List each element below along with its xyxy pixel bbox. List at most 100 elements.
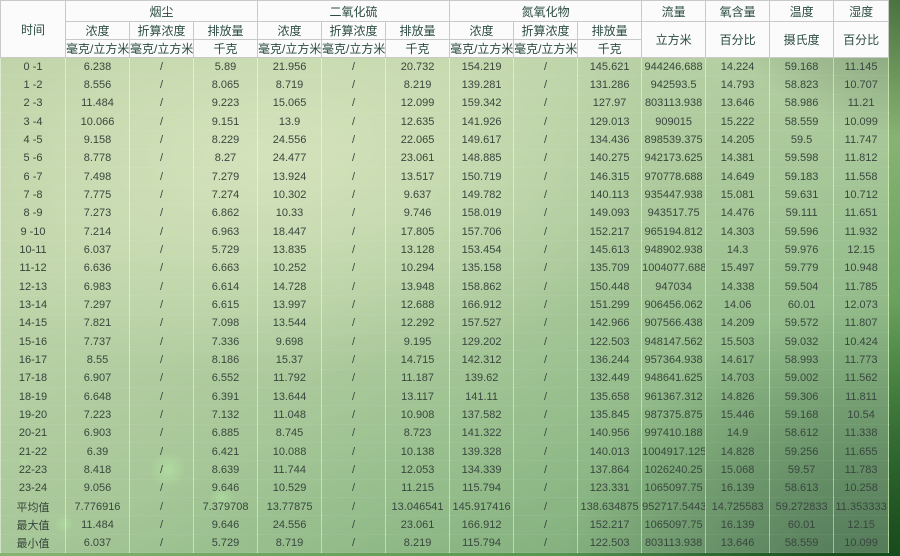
value-cell: / — [322, 461, 386, 479]
value-cell: 60.01 — [770, 516, 834, 534]
value-cell: 6.663 — [194, 259, 258, 277]
value-cell: / — [322, 314, 386, 332]
value-cell: 59.976 — [770, 241, 834, 259]
value-cell: / — [322, 497, 386, 515]
value-cell: 15.37 — [258, 351, 322, 369]
value-cell: / — [514, 534, 578, 552]
value-cell: 15.446 — [706, 406, 770, 424]
value-cell: 10.138 — [386, 442, 450, 460]
value-cell: 8.219 — [386, 534, 450, 552]
value-cell: 10.54 — [834, 406, 889, 424]
unit-header-so2-concentration: 毫克/立方米 — [258, 40, 322, 58]
value-cell: 11.338 — [834, 424, 889, 442]
sub-header-so2-emission: 排放量 — [386, 22, 450, 40]
value-cell: 148.885 — [450, 149, 514, 167]
value-cell: 7.098 — [194, 314, 258, 332]
value-cell: / — [322, 516, 386, 534]
value-cell: 5.729 — [194, 534, 258, 552]
value-cell: 948147.562 — [642, 332, 706, 350]
value-cell: 11.145 — [834, 58, 889, 76]
value-cell: 6.391 — [194, 387, 258, 405]
time-cell: 20-21 — [1, 424, 66, 442]
value-cell: 22.065 — [386, 131, 450, 149]
value-cell: 7.737 — [66, 332, 130, 350]
value-cell: / — [322, 149, 386, 167]
value-cell: 13.646 — [706, 94, 770, 112]
value-cell: 8.719 — [258, 534, 322, 552]
group-header-so2: 二氧化硫 — [258, 1, 450, 22]
value-cell: / — [322, 241, 386, 259]
value-cell: / — [514, 497, 578, 515]
value-cell: 24.477 — [258, 149, 322, 167]
value-cell: 153.454 — [450, 241, 514, 259]
value-cell: 158.862 — [450, 277, 514, 295]
table-row: 6 -77.498/7.27913.924/13.517150.719/146.… — [1, 167, 889, 185]
time-cell: 平均值 — [1, 497, 66, 515]
time-cell: 13-14 — [1, 296, 66, 314]
value-cell: 10.088 — [258, 442, 322, 460]
unit-header-humidity: 百分比 — [834, 22, 889, 58]
value-cell: / — [514, 351, 578, 369]
value-cell: / — [322, 76, 386, 94]
value-cell: 9.158 — [66, 131, 130, 149]
value-cell: 150.448 — [578, 277, 642, 295]
value-cell: 8.418 — [66, 461, 130, 479]
value-cell: 9.637 — [386, 186, 450, 204]
value-cell: 8.55 — [66, 351, 130, 369]
value-cell: 10.258 — [834, 479, 889, 497]
value-cell: 129.202 — [450, 332, 514, 350]
value-cell: 115.794 — [450, 479, 514, 497]
value-cell: / — [130, 259, 194, 277]
value-cell: / — [514, 58, 578, 76]
value-cell: 9.223 — [194, 94, 258, 112]
time-cell: 14-15 — [1, 314, 66, 332]
value-cell: 59.596 — [770, 222, 834, 240]
value-cell: 12.099 — [386, 94, 450, 112]
value-cell: 10.099 — [834, 534, 889, 552]
value-cell: 59.111 — [770, 204, 834, 222]
value-cell: 154.219 — [450, 58, 514, 76]
value-cell: 136.244 — [578, 351, 642, 369]
time-cell: 3 -4 — [1, 112, 66, 130]
table-row: 0 -16.238/5.8921.956/20.732154.219/145.6… — [1, 58, 889, 76]
value-cell: 141.11 — [450, 387, 514, 405]
value-cell: 11.558 — [834, 167, 889, 185]
value-cell: / — [322, 112, 386, 130]
value-cell: / — [514, 131, 578, 149]
time-cell: 18-19 — [1, 387, 66, 405]
table-row: 1 -28.556/8.0658.719/8.219139.281/131.28… — [1, 76, 889, 94]
time-cell: 11-12 — [1, 259, 66, 277]
value-cell: / — [130, 351, 194, 369]
value-cell: / — [322, 387, 386, 405]
value-cell: 15.068 — [706, 461, 770, 479]
value-cell: 134.436 — [578, 131, 642, 149]
value-cell: 141.926 — [450, 112, 514, 130]
sub-header-so2-concentration: 浓度 — [258, 22, 322, 40]
value-cell: 6.421 — [194, 442, 258, 460]
value-cell: 10.252 — [258, 259, 322, 277]
time-cell: 17-18 — [1, 369, 66, 387]
value-cell: 11.187 — [386, 369, 450, 387]
value-cell: 158.019 — [450, 204, 514, 222]
value-cell: 10.707 — [834, 76, 889, 94]
value-cell: 16.139 — [706, 479, 770, 497]
value-cell: 1065097.75 — [642, 479, 706, 497]
value-cell: 947034 — [642, 277, 706, 295]
value-cell: 1065097.75 — [642, 516, 706, 534]
value-cell: 59.168 — [770, 58, 834, 76]
value-cell: 142.966 — [578, 314, 642, 332]
value-cell: / — [514, 94, 578, 112]
value-cell: 140.113 — [578, 186, 642, 204]
time-cell: 22-23 — [1, 461, 66, 479]
value-cell: 6.238 — [66, 58, 130, 76]
value-cell: 11.655 — [834, 442, 889, 460]
value-cell: / — [322, 222, 386, 240]
value-cell: / — [130, 296, 194, 314]
value-cell: 12.635 — [386, 112, 450, 130]
value-cell: 14.703 — [706, 369, 770, 387]
value-cell: 13.128 — [386, 241, 450, 259]
value-cell: / — [322, 296, 386, 314]
unit-header-nox-concentration: 毫克/立方米 — [450, 40, 514, 58]
value-cell: 7.214 — [66, 222, 130, 240]
value-cell: 15.503 — [706, 332, 770, 350]
